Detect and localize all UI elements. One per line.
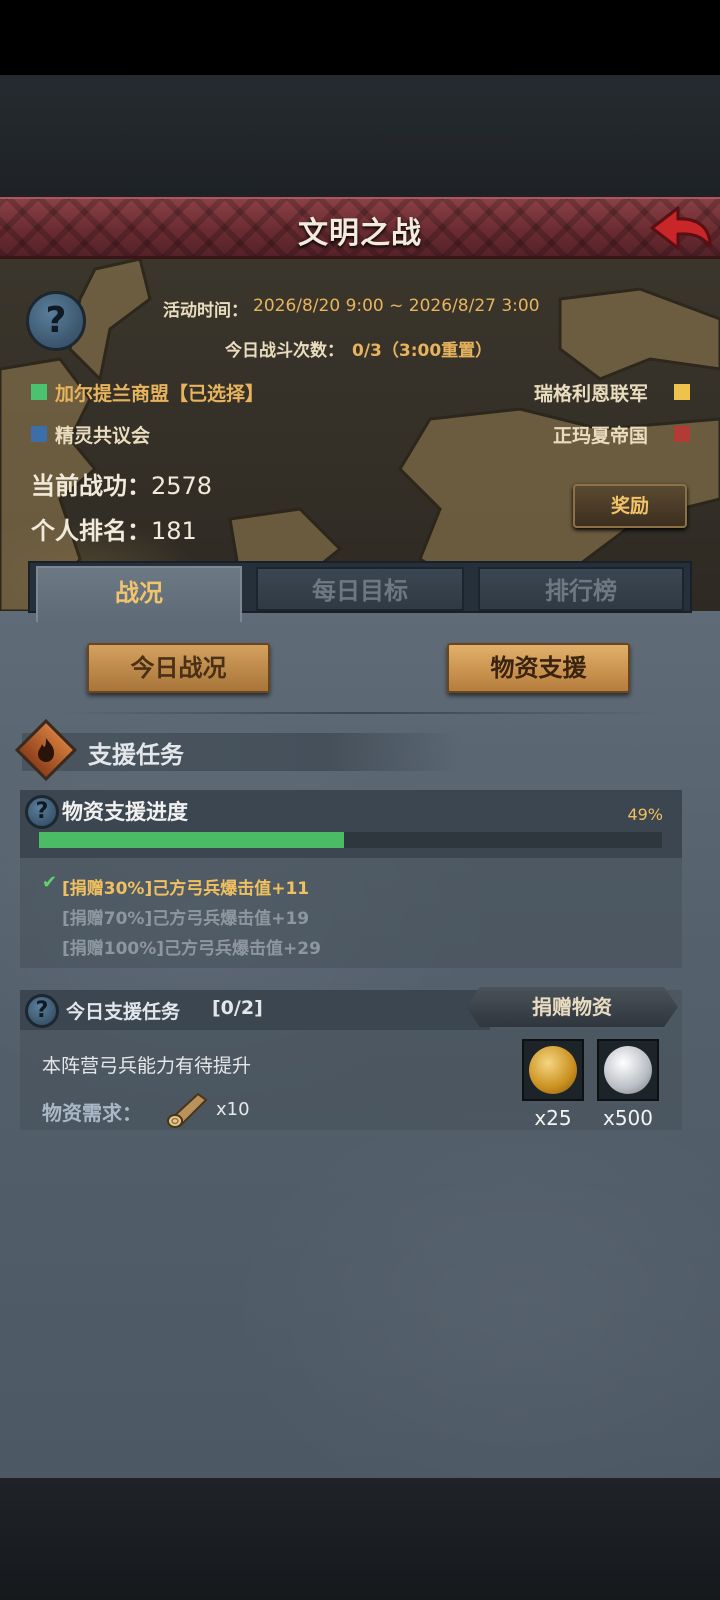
- faction-color-marker: [31, 384, 47, 400]
- divider: [60, 712, 660, 714]
- log-icon: [164, 1088, 212, 1128]
- battle-count-value: 0/3（3:00重置）: [352, 341, 493, 361]
- check-icon: ✔: [42, 872, 58, 893]
- rank-stat: 个人排名：181: [31, 511, 197, 546]
- back-arrow-icon: [650, 206, 712, 250]
- status-bar: [0, 0, 720, 75]
- help-icon[interactable]: ?: [26, 291, 86, 351]
- tab-battle-status[interactable]: 战况: [36, 566, 242, 622]
- tab-leaderboard[interactable]: 排行榜: [478, 567, 684, 611]
- reward-item-slot[interactable]: [597, 1039, 659, 1101]
- help-icon[interactable]: ?: [25, 994, 59, 1028]
- faction-name: 精灵共议会: [55, 425, 151, 447]
- help-icon[interactable]: ?: [25, 795, 59, 829]
- reward-button[interactable]: 奖励: [573, 484, 687, 528]
- supply-support-button[interactable]: 物资支援: [447, 643, 630, 693]
- reward-count: x500: [602, 1106, 653, 1130]
- page-title: 文明之战: [298, 216, 422, 251]
- faction-color-marker: [31, 426, 47, 442]
- back-button[interactable]: [648, 204, 714, 254]
- fire-icon: [24, 728, 68, 772]
- reward-tier: [捐赠100%]己方弓兵爆击值+29: [62, 939, 321, 959]
- wood-log-glyph: [167, 1092, 208, 1128]
- merit-label: 当前战功：: [31, 472, 151, 500]
- section-title: 支援任务: [88, 741, 184, 769]
- today-status-button[interactable]: 今日战况: [87, 643, 270, 693]
- gold-coin-icon: [529, 1046, 577, 1094]
- faction-color-marker: [674, 426, 690, 442]
- rank-value: 181: [151, 517, 197, 545]
- faction-name: 正玛夏帝国: [552, 425, 648, 447]
- faction-name: 瑞格利恩联军: [533, 383, 648, 405]
- progress-bar-fill: [39, 832, 345, 848]
- merit-value: 2578: [151, 472, 213, 500]
- top-background: [0, 75, 720, 197]
- faction-color-marker: [674, 384, 690, 400]
- supply-progress-percent: 49%: [627, 805, 663, 824]
- merit-stat: 当前战功：2578: [31, 466, 212, 501]
- tab-daily-goals[interactable]: 每日目标: [256, 567, 464, 611]
- event-time-value: 2026/8/20 9:00 ~ 2026/8/27 3:00: [253, 296, 540, 316]
- battle-count-label: 今日战斗次数：: [225, 341, 344, 361]
- flame-glyph: [38, 738, 54, 762]
- faction-selected: 加尔提兰商盟【已选择】: [55, 383, 265, 405]
- reward-item-slot[interactable]: [522, 1039, 584, 1101]
- supply-progress-title: 物资支援进度: [62, 800, 188, 824]
- silver-coin-icon: [604, 1046, 652, 1094]
- donate-supplies-button[interactable]: 捐赠物资: [466, 987, 678, 1027]
- requirement-label: 物资需求：: [42, 1101, 142, 1125]
- event-time-label: 活动时间：: [163, 301, 248, 321]
- requirement-count: x10: [216, 1099, 250, 1120]
- reward-tier: [捐赠30%]己方弓兵爆击值+11: [62, 879, 310, 899]
- daily-task-count: [0/2]: [212, 997, 263, 1019]
- reward-tier: [捐赠70%]己方弓兵爆击值+19: [62, 909, 310, 929]
- bottom-background: [0, 1478, 720, 1600]
- task-description: 本阵营弓兵能力有待提升: [42, 1055, 252, 1077]
- daily-task-title: 今日支援任务: [66, 1001, 181, 1023]
- rank-label: 个人排名：: [31, 517, 151, 545]
- reward-count: x25: [534, 1106, 572, 1130]
